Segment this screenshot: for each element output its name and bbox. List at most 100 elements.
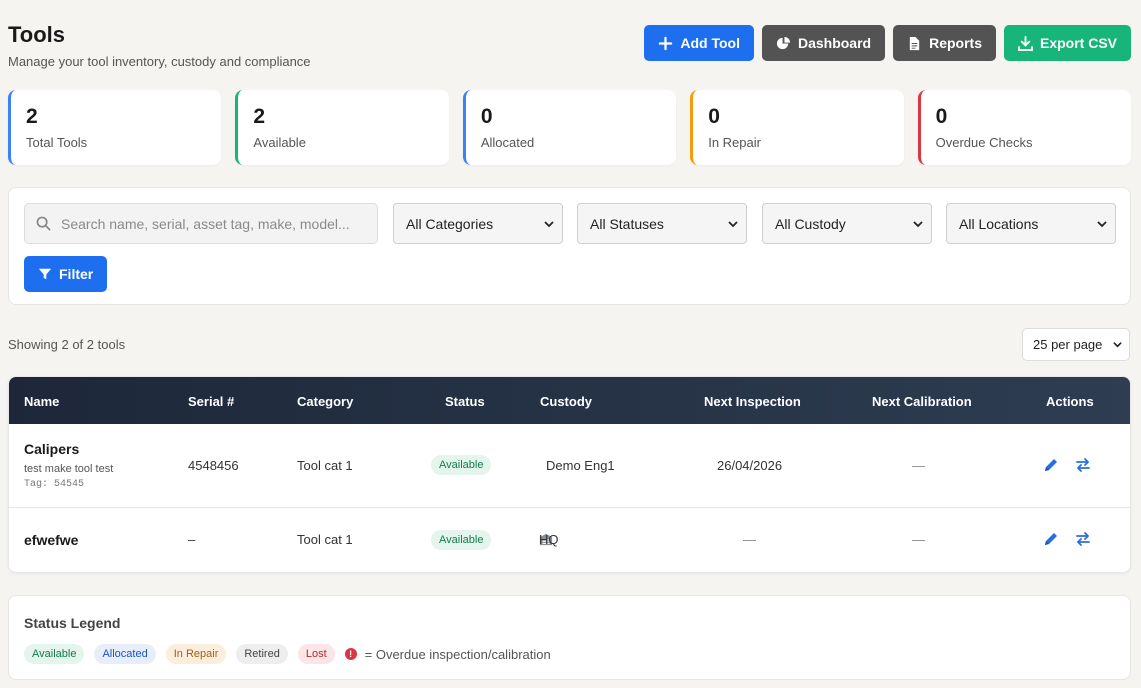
stat-label: In Repair: [708, 135, 761, 150]
custody-cell: Demo Eng1: [546, 458, 615, 473]
col-custody[interactable]: Custody: [540, 394, 592, 409]
add-tool-button[interactable]: Add Tool: [644, 25, 754, 61]
swap-arrows-icon: [1076, 458, 1090, 472]
category-cell: Tool cat 1: [297, 458, 353, 473]
status-select-value: All Statuses: [590, 215, 664, 232]
stat-overdue-checks: 0 Overdue Checks: [917, 90, 1132, 165]
serial-cell: 4548456: [188, 458, 239, 473]
per-page-value: 25 per page: [1033, 337, 1103, 352]
stats-row: 2 Total Tools 2 Available 0 Allocated 0 …: [8, 90, 1132, 165]
search-input[interactable]: [61, 215, 361, 232]
export-csv-button[interactable]: Export CSV: [1003, 25, 1131, 61]
category-cell: Tool cat 1: [297, 532, 353, 547]
custody-cell: HQ: [539, 532, 559, 547]
stat-value: 2: [26, 105, 38, 128]
funnel-icon: [38, 268, 52, 280]
dashboard-label: Dashboard: [797, 35, 872, 51]
custody-select[interactable]: All Custody: [762, 203, 932, 244]
stat-allocated: 0 Allocated: [462, 90, 677, 165]
stat-label: Total Tools: [26, 135, 88, 150]
top-actions: Add Tool Dashboard Reports Export CSV: [644, 25, 1131, 61]
legend-items: Available Allocated In Repair Retired Lo…: [24, 644, 551, 664]
legend-in-repair: In Repair: [165, 644, 227, 664]
stat-in-repair: 0 In Repair: [690, 90, 904, 165]
legend-overdue: ! = Overdue inspection/calibration: [344, 646, 551, 662]
table-row[interactable]: efwefwe – Tool cat 1 Available HQ — —: [9, 508, 1130, 572]
stat-available: 2 Available: [235, 90, 449, 165]
legend-title: Status Legend: [24, 615, 121, 631]
results-count: Showing 2 of 2 tools: [8, 337, 126, 352]
search-box: [24, 203, 378, 244]
next-inspection-cell: 26/04/2026: [717, 458, 783, 473]
edit-button[interactable]: [1043, 531, 1059, 550]
overdue-text: = Overdue inspection/calibration: [364, 646, 551, 662]
custody-select-value: All Custody: [775, 215, 846, 232]
status-badge: Available: [431, 530, 492, 550]
stat-label: Overdue Checks: [935, 135, 1033, 150]
search-icon: [36, 216, 51, 231]
tool-tag: Tag: 54545: [24, 479, 85, 490]
legend-available: Available: [24, 644, 85, 664]
col-category[interactable]: Category: [297, 394, 353, 409]
tool-name[interactable]: efwefwe: [24, 532, 78, 548]
table-header: Name Serial # Category Status Custody Ne…: [9, 377, 1130, 424]
next-calibration-cell: —: [912, 458, 925, 473]
location-select-value: All Locations: [959, 215, 1039, 232]
custody-location: HQ: [539, 531, 559, 547]
stat-label: Available: [253, 135, 306, 150]
plus-icon: [659, 36, 673, 50]
location-select[interactable]: All Locations: [946, 203, 1116, 244]
stat-total-tools: 2 Total Tools: [8, 90, 222, 165]
edit-button[interactable]: [1043, 457, 1059, 476]
chevron-down-icon: [728, 220, 738, 227]
legend-retired: Retired: [236, 644, 288, 664]
tools-table: Name Serial # Category Status Custody Ne…: [8, 376, 1131, 573]
next-calibration-cell: —: [912, 532, 925, 547]
transfer-button[interactable]: [1075, 457, 1091, 476]
col-serial[interactable]: Serial #: [188, 394, 234, 409]
reports-button[interactable]: Reports: [893, 25, 996, 61]
stat-value: 0: [935, 105, 948, 128]
status-badge: Available: [431, 455, 492, 475]
next-inspection-cell: —: [743, 532, 756, 547]
page-header: Tools Manage your tool inventory, custod…: [8, 22, 311, 69]
add-tool-label: Add Tool: [680, 35, 740, 51]
col-next-inspection[interactable]: Next Inspection: [704, 394, 801, 409]
alert-icon: !: [344, 648, 357, 660]
stat-value: 0: [480, 105, 493, 128]
col-next-calibration[interactable]: Next Calibration: [872, 394, 972, 409]
tool-name[interactable]: Calipers: [24, 441, 79, 457]
legend-allocated: Allocated: [94, 644, 156, 664]
stat-value: 0: [708, 105, 720, 128]
download-icon: [1017, 35, 1033, 51]
chevron-down-icon: [544, 220, 554, 227]
category-select-value: All Categories: [406, 215, 494, 232]
chevron-down-icon: [1097, 220, 1107, 227]
col-name[interactable]: Name: [24, 394, 59, 409]
filter-button[interactable]: Filter: [24, 256, 108, 292]
legend-lost: Lost: [297, 644, 335, 664]
pencil-icon: [1045, 459, 1057, 471]
pencil-icon: [1045, 533, 1057, 545]
serial-cell: –: [188, 532, 196, 547]
status-select[interactable]: All Statuses: [577, 203, 747, 244]
export-csv-label: Export CSV: [1039, 35, 1117, 51]
table-row[interactable]: Calipers test make tool test Tag: 54545 …: [9, 424, 1130, 508]
page-title: Tools: [8, 22, 66, 47]
filter-label: Filter: [59, 266, 94, 282]
stat-value: 2: [253, 105, 266, 128]
stat-label: Allocated: [480, 135, 535, 150]
chevron-down-icon: [1113, 342, 1122, 348]
per-page-select[interactable]: 25 per page: [1022, 328, 1130, 361]
status-legend: Status Legend Available Allocated In Rep…: [8, 595, 1131, 680]
pie-chart-icon: [776, 36, 791, 49]
tool-make: test make tool test: [24, 463, 114, 475]
col-status[interactable]: Status: [445, 394, 485, 409]
category-select[interactable]: All Categories: [393, 203, 563, 244]
col-actions: Actions: [1046, 394, 1094, 409]
document-icon: [909, 36, 920, 50]
swap-arrows-icon: [1076, 532, 1090, 546]
dashboard-button[interactable]: Dashboard: [761, 25, 886, 61]
reports-label: Reports: [929, 35, 982, 51]
transfer-button[interactable]: [1075, 531, 1091, 550]
